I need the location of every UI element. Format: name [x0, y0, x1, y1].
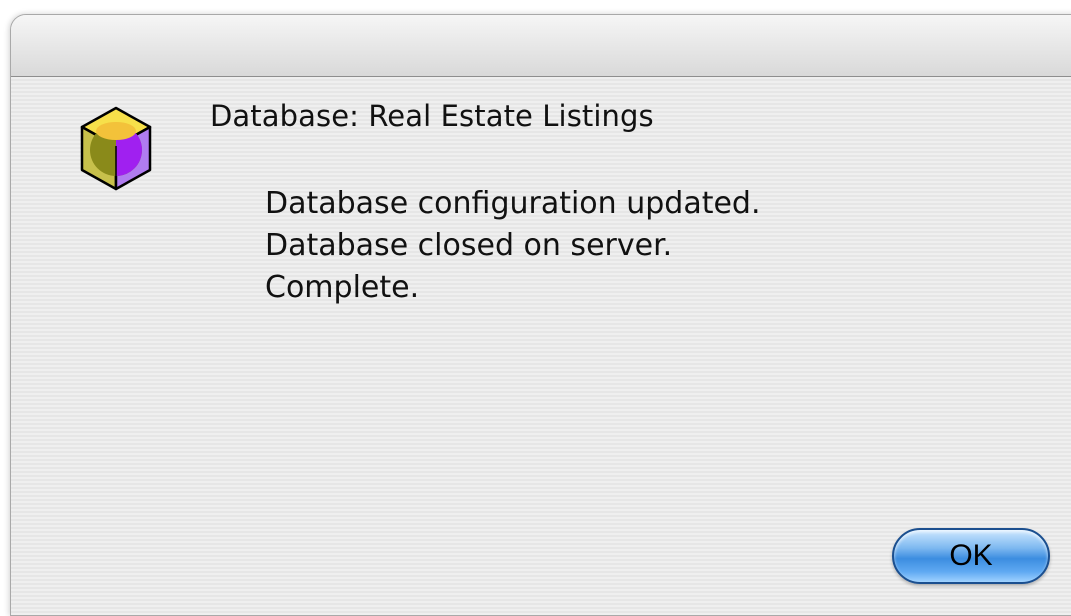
ok-button[interactable]: OK [892, 528, 1050, 584]
title-bar[interactable] [11, 15, 1071, 77]
alert-dialog: Database: Real Estate Listings Database … [10, 14, 1071, 616]
message-line: Database configuration updated. [265, 186, 761, 221]
message-line: Complete. [265, 270, 420, 305]
dialog-content: Database: Real Estate Listings Database … [11, 77, 1071, 615]
dialog-title: Database: Real Estate Listings [210, 99, 654, 133]
message-line: Database closed on server. [265, 228, 673, 263]
message-list: Database configuration updated. Database… [265, 183, 761, 309]
database-cube-icon [80, 106, 152, 191]
